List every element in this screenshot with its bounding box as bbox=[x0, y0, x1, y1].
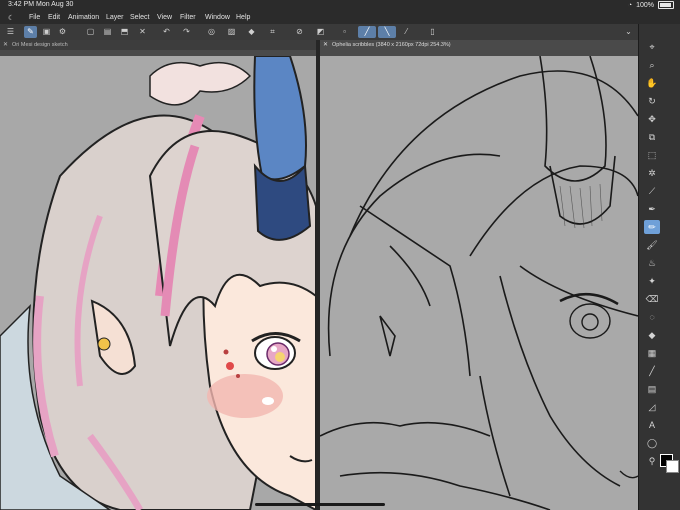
app-logo-icon[interactable]: ☾ bbox=[8, 14, 14, 22]
eraser-icon[interactable]: ⌫ bbox=[644, 292, 660, 306]
tab-label: Ori Mesi design sketch bbox=[12, 42, 68, 48]
collapse-icon[interactable]: ⌄ bbox=[622, 26, 635, 38]
tab-ori-mesi[interactable]: ✕ Ori Mesi design sketch bbox=[0, 40, 316, 50]
undo-icon[interactable]: ↶ bbox=[160, 26, 173, 38]
menu-layer[interactable]: Layer bbox=[106, 14, 124, 21]
close-icon[interactable]: ✕ bbox=[3, 40, 8, 50]
new-file-icon[interactable]: ▢ bbox=[84, 26, 97, 38]
pointer-icon[interactable]: ⌖ bbox=[644, 40, 660, 54]
selection-icon[interactable]: ⬚ bbox=[644, 148, 660, 162]
deselect-icon[interactable]: ▫ bbox=[338, 26, 351, 38]
menu-select[interactable]: Select bbox=[130, 14, 149, 21]
menu-help[interactable]: Help bbox=[236, 14, 250, 21]
gradient-icon[interactable]: ▦ bbox=[644, 346, 660, 360]
hide-selection-icon[interactable]: ⊘ bbox=[293, 26, 306, 38]
status-right: ◔ 100% bbox=[628, 1, 674, 9]
menu-animation[interactable]: Animation bbox=[68, 14, 99, 21]
correction-icon[interactable]: ⚲ bbox=[644, 454, 660, 468]
wifi-icon: ◔ bbox=[627, 1, 633, 9]
menu-icon[interactable]: ☰ bbox=[4, 26, 17, 38]
transform-icon[interactable]: ⌗ bbox=[266, 26, 279, 38]
tab-ophelia[interactable]: ✕ Ophelia scribbles (3840 x 2160px 72dpi… bbox=[320, 40, 638, 50]
home-indicator bbox=[255, 503, 385, 506]
clear-icon[interactable]: ✕ bbox=[136, 26, 149, 38]
save-icon[interactable]: ⬒ bbox=[118, 26, 131, 38]
illustration-sketch bbox=[320, 56, 638, 510]
selection-icon[interactable]: ▨ bbox=[225, 26, 238, 38]
command-bar: ☰ ✎ ▣ ⚙ ▢ ▤ ⬒ ✕ ↶ ↷ ◎ ▨ ◆ ⌗ ⊘ ◩ ▫ ╱ ╲ ⁄ … bbox=[0, 24, 680, 41]
layer-move-icon[interactable]: ⧉ bbox=[644, 130, 660, 144]
brush-icon[interactable]: 🖌 bbox=[644, 238, 660, 252]
invert-selection-icon[interactable]: ◩ bbox=[314, 26, 327, 38]
status-date: Mon Aug 30 bbox=[36, 1, 74, 8]
blend-icon[interactable]: ◌ bbox=[644, 310, 660, 324]
pencil-icon[interactable]: ✏ bbox=[644, 220, 660, 234]
status-time: 3:42 PM bbox=[8, 1, 35, 8]
menu-edit[interactable]: Edit bbox=[48, 14, 60, 21]
zoom-icon[interactable]: ⌕ bbox=[644, 58, 660, 72]
balloon-icon[interactable]: ◯ bbox=[644, 436, 660, 450]
battery-percent: 100% bbox=[636, 1, 654, 9]
settings-icon[interactable]: ⚙ bbox=[56, 26, 69, 38]
fill-icon[interactable]: ◆ bbox=[644, 328, 660, 342]
menu-window[interactable]: Window bbox=[205, 14, 230, 21]
ruler-icon[interactable]: ◿ bbox=[644, 400, 660, 414]
pen-icon[interactable]: ✒ bbox=[644, 202, 660, 216]
frame-icon[interactable]: ▤ bbox=[644, 382, 660, 396]
redo-icon[interactable]: ↷ bbox=[180, 26, 193, 38]
open-icon[interactable]: ▤ bbox=[101, 26, 114, 38]
menu-file[interactable]: File bbox=[29, 14, 40, 21]
menu-bar: ☾ File Edit Animation Layer Select View … bbox=[0, 11, 680, 24]
clipboard-icon[interactable]: ▯ bbox=[426, 26, 439, 38]
canvas-left[interactable] bbox=[0, 56, 316, 510]
close-icon[interactable]: ✕ bbox=[323, 40, 328, 50]
move-icon[interactable]: ✥ bbox=[644, 112, 660, 126]
menu-view[interactable]: View bbox=[157, 14, 172, 21]
edit-tool-icon[interactable]: ✎ bbox=[24, 26, 37, 38]
auto-select-icon[interactable]: ✲ bbox=[644, 166, 660, 180]
fill-icon[interactable]: ◆ bbox=[245, 26, 258, 38]
eyedropper-icon[interactable]: ⟋ bbox=[644, 184, 660, 198]
airbrush-icon[interactable]: ♨ bbox=[644, 256, 660, 270]
ruler-snap-icon[interactable]: ╱ bbox=[358, 26, 376, 38]
document-tabs: ✕ Ori Mesi design sketch ✕ Ophelia scrib… bbox=[0, 40, 638, 50]
illustration-colored bbox=[0, 56, 316, 510]
menu-filter[interactable]: Filter bbox=[180, 14, 196, 21]
canvas-right[interactable] bbox=[320, 56, 638, 510]
status-bar: 3:42 PM Mon Aug 30 ◔ 100% bbox=[0, 0, 680, 11]
figure-icon[interactable]: ╱ bbox=[644, 364, 660, 378]
battery-icon bbox=[658, 1, 674, 9]
special-ruler-icon[interactable]: ╲ bbox=[378, 26, 396, 38]
background-color-swatch[interactable] bbox=[666, 460, 679, 473]
tool-palette: ⌖ ⌕ ✋ ↻ ✥ ⧉ ⬚ ✲ ⟋ ✒ ✏ 🖌 ♨ ✦ ⌫ ◌ ◆ ▦ ╱ ▤ … bbox=[638, 24, 680, 510]
tab-label: Ophelia scribbles (3840 x 2160px 72dpi 2… bbox=[332, 42, 451, 48]
rotate-icon[interactable]: ↻ bbox=[644, 94, 660, 108]
snap-icon[interactable]: ◎ bbox=[205, 26, 218, 38]
decoration-icon[interactable]: ✦ bbox=[644, 274, 660, 288]
text-icon[interactable]: A bbox=[644, 418, 660, 432]
canvas-icon[interactable]: ▣ bbox=[40, 26, 53, 38]
hand-icon[interactable]: ✋ bbox=[644, 76, 660, 90]
grid-snap-icon[interactable]: ⁄ bbox=[400, 26, 413, 38]
